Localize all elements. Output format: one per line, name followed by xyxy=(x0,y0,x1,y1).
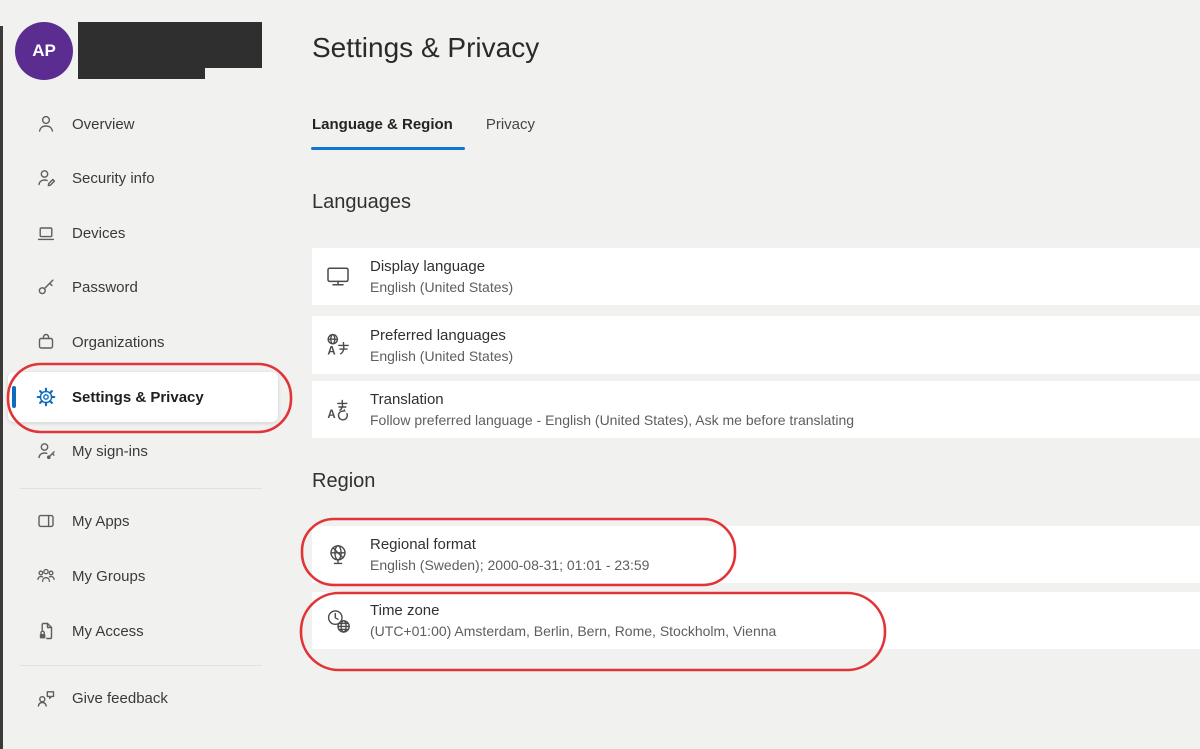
person-feedback-icon xyxy=(37,691,55,707)
section-heading-languages: Languages xyxy=(312,191,411,213)
row-title: Translation xyxy=(370,391,444,408)
tab-privacy[interactable]: Privacy xyxy=(486,116,535,147)
row-title: Preferred languages xyxy=(370,326,506,344)
preferred-languages-icon: A xyxy=(327,333,349,358)
sidebar-item-label: My Apps xyxy=(72,512,130,530)
sidebar-item-give-feedback[interactable]: Give feedback xyxy=(0,671,300,725)
row-translation[interactable]: A Translation Follow preferred language … xyxy=(312,381,1200,438)
person-edit-icon xyxy=(38,170,56,187)
people-group-icon xyxy=(37,568,55,583)
sidebar-divider xyxy=(20,665,262,666)
sidebar-item-label: My Access xyxy=(72,622,144,640)
active-tab-underline xyxy=(311,147,465,150)
row-value: English (United States) xyxy=(370,279,514,295)
row-regional-format[interactable]: Regional format English (Sweden); 2000-0… xyxy=(312,526,1200,583)
document-lock-icon xyxy=(39,622,53,640)
tab-bar: Language & Region Privacy xyxy=(312,116,535,147)
apps-window-icon xyxy=(38,514,54,528)
sidebar-item-devices[interactable]: Devices xyxy=(0,206,300,260)
sidebar-item-overview[interactable]: Overview xyxy=(0,97,300,151)
key-icon xyxy=(38,279,54,295)
sidebar-item-password[interactable]: Password xyxy=(0,260,300,314)
row-value: Follow preferred language - English (Uni… xyxy=(370,412,855,428)
row-time-zone[interactable]: Time zone (UTC+01:00) Amsterdam, Berlin,… xyxy=(312,592,1200,649)
redacted-email xyxy=(78,68,205,79)
sidebar-divider xyxy=(20,488,262,489)
row-title: Display language xyxy=(370,258,486,275)
row-value: English (United States) xyxy=(370,347,514,364)
row-display-language[interactable]: Display language English (United States) xyxy=(312,248,1200,305)
sidebar-item-label: My sign-ins xyxy=(72,442,148,460)
laptop-icon xyxy=(37,227,55,241)
sidebar-item-label: Give feedback xyxy=(72,689,168,707)
sidebar-item-my-sign-ins[interactable]: My sign-ins xyxy=(0,424,300,478)
section-heading-region: Region xyxy=(312,470,376,492)
row-preferred-languages[interactable]: A Preferred languages English (United St… xyxy=(312,316,1200,374)
gear-icon xyxy=(36,387,56,407)
row-value: (UTC+01:00) Amsterdam, Berlin, Bern, Rom… xyxy=(370,623,777,639)
row-title: Time zone xyxy=(370,602,440,619)
avatar[interactable]: AP xyxy=(15,22,73,80)
svg-text:A: A xyxy=(327,408,335,420)
sidebar-item-label: Password xyxy=(72,278,138,296)
sidebar-item-label: Organizations xyxy=(72,333,165,351)
sidebar-item-security-info[interactable]: Security info xyxy=(0,151,300,205)
sidebar-item-my-access[interactable]: My Access xyxy=(0,604,300,658)
sidebar-item-label: Devices xyxy=(72,224,126,242)
time-zone-icon xyxy=(327,609,350,633)
regional-format-icon xyxy=(330,544,346,564)
tab-language-region[interactable]: Language & Region xyxy=(312,116,453,147)
settings-privacy-page: AP Overview Security info Devices Passwo… xyxy=(0,0,1200,749)
sidebar-item-label: My Groups xyxy=(72,567,146,585)
redacted-username xyxy=(78,22,262,68)
sidebar-item-organizations[interactable]: Organizations xyxy=(0,315,300,369)
translation-icon: A xyxy=(327,399,348,420)
sidebar-item-label: Overview xyxy=(72,115,135,133)
sidebar-item-my-groups[interactable]: My Groups xyxy=(0,549,300,603)
person-key-icon xyxy=(38,443,55,459)
sidebar-item-settings-privacy[interactable]: Settings & Privacy xyxy=(8,372,278,422)
briefcase-icon xyxy=(38,333,54,349)
active-indicator xyxy=(12,386,16,408)
display-language-icon xyxy=(327,266,349,286)
svg-text:A: A xyxy=(327,346,335,358)
page-title: Settings & Privacy xyxy=(312,32,540,63)
sidebar-item-label: Security info xyxy=(72,169,155,187)
row-title: Regional format xyxy=(370,536,476,553)
sidebar-item-my-apps[interactable]: My Apps xyxy=(0,494,300,548)
row-value: English (Sweden); 2000-08-31; 01:01 - 23… xyxy=(370,557,650,573)
sidebar-item-label: Settings & Privacy xyxy=(72,388,204,406)
person-icon xyxy=(38,115,54,132)
